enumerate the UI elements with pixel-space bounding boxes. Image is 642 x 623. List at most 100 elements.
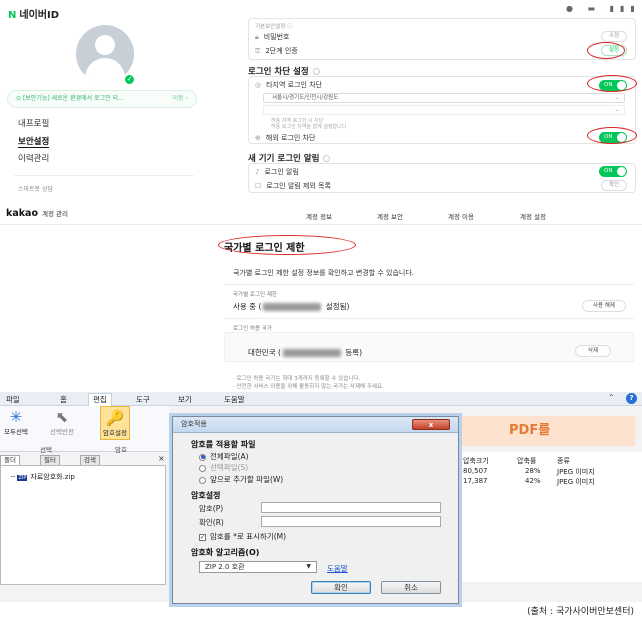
help-link[interactable]: 도움말 xyxy=(327,563,348,574)
nav-account-security[interactable]: 계정 보안 xyxy=(377,211,403,221)
column-type[interactable]: 종류 xyxy=(557,456,570,466)
region-select-value: 서울시/경기도/인천시/강원도 xyxy=(272,95,339,101)
select-all-label: 모두선택 xyxy=(4,428,28,436)
overseas-block-label: 해외 로그인 차단 xyxy=(265,134,316,142)
close-icon[interactable]: × xyxy=(158,454,165,463)
smartbot-link[interactable]: 스마트봇 상담 xyxy=(18,184,53,193)
ok-button[interactable]: 확인 xyxy=(311,581,371,594)
delete-country-button[interactable]: 삭제 xyxy=(575,345,611,357)
nav-account-info[interactable]: 계정 정보 xyxy=(306,211,332,221)
select-all-icon: ✳ xyxy=(9,408,23,426)
nav-account-settings[interactable]: 계정 설정 xyxy=(520,211,546,221)
tab-folder[interactable]: 폴더 xyxy=(0,455,20,465)
kakao-brand-sub: 계정 관리 xyxy=(41,210,68,218)
invert-selection-button[interactable]: ⬉ 선택반전 xyxy=(50,408,74,436)
restriction-value: 사용 중 ( 설정됨) xyxy=(233,302,350,311)
password-label: 비밀번호 xyxy=(263,33,290,41)
region-block-row: ◎ 타지역 로그인 차단 xyxy=(255,80,322,90)
cancel-button[interactable]: 취소 xyxy=(381,581,441,594)
password-input[interactable] xyxy=(261,502,441,513)
algorithm-select[interactable]: ZIP 2.0 호환 ▼ xyxy=(199,561,317,573)
kakao-logo[interactable]: kakao 계정 관리 xyxy=(6,208,68,219)
tab-filter[interactable]: 필터 xyxy=(40,455,60,465)
set-password-button[interactable]: 🔑 암호설정 xyxy=(100,406,130,440)
password-dialog: 암호적용 x 암호를 적용할 파일 전체파일(A) 선택파일(S) 앞으로 추가… xyxy=(172,416,459,604)
lock-icon: 🔒︎ xyxy=(255,33,259,41)
password-section-title: 암호설정 xyxy=(191,491,221,500)
highlight-oval xyxy=(587,127,637,144)
password-edit-button[interactable]: 수정 xyxy=(601,31,627,42)
disable-restriction-button[interactable]: 사용 해제 xyxy=(582,300,626,312)
set-password-label: 암호설정 xyxy=(103,429,127,437)
help-icon xyxy=(323,155,331,162)
region-hint-2: 허용 로그인 지역을 함께 설정합니다. xyxy=(271,124,348,130)
zip-app-window: 파일 홈 편집 도구 보기 도움말 ⌃ ? ✳ 모두선택 ⬉ 선택반전 🔑 암호설정 … xyxy=(0,392,642,604)
menu-view[interactable]: 보기 xyxy=(178,394,192,405)
region-select[interactable]: 서울시/경기도/인천시/강원도 ⌄ xyxy=(263,93,625,103)
radio-selected-files-label: 선택파일(S) xyxy=(210,463,249,472)
confirm-password-input[interactable] xyxy=(261,516,441,527)
alert-exclude-button[interactable]: 확인 xyxy=(601,180,627,191)
region-block-label: 타지역 로그인 차단 xyxy=(266,81,323,89)
security-notice-banner[interactable]: ⊙ [보안기능] 새로운 환경에서 로그인 되... 이동 › xyxy=(7,90,197,108)
menu-history[interactable]: 이력관리 xyxy=(18,152,49,164)
select-all-button[interactable]: ✳ 모두선택 xyxy=(4,408,28,436)
tree-item-label: 자료암호화.zip xyxy=(30,473,75,481)
menu-home[interactable]: 홈 xyxy=(60,394,67,405)
folder-tree: ┄ ZIP 자료암호화.zip xyxy=(0,465,166,585)
menu-file[interactable]: 파일 xyxy=(6,394,20,405)
kakao-brand: kakao xyxy=(6,208,38,219)
radio-future-files-label: 앞으로 추가할 파일(W) xyxy=(210,475,284,484)
note-1: · 로그인 허용 국가는 최대 3개까지 등록할 수 있습니다. xyxy=(233,376,361,382)
highlight-oval xyxy=(218,235,356,255)
help-icon[interactable]: ? xyxy=(626,393,637,404)
password-label: 암호(P) xyxy=(199,504,224,513)
naver-logo-mark: N xyxy=(8,10,17,21)
password-row: 🔒︎ 비밀번호 xyxy=(255,32,290,42)
invert-selection-label: 선택반전 xyxy=(50,428,74,436)
nav-account-usage[interactable]: 계정 이용 xyxy=(448,211,474,221)
minimize-ribbon-icon[interactable]: ⌃ xyxy=(608,393,615,402)
tree-item-zip[interactable]: ┄ ZIP 자료암호화.zip xyxy=(11,472,75,482)
basic-security-title: 기본보안설정 ⓘ xyxy=(255,24,293,30)
login-alert-toggle[interactable]: ON xyxy=(599,166,627,177)
naver-logo[interactable]: N 네이버ID xyxy=(8,6,59,21)
radio-selected-files[interactable]: 선택파일(S) xyxy=(199,462,248,473)
two-step-row: ⚿ 2단계 인증 xyxy=(255,46,298,56)
overseas-block-row: ⊕ 해외 로그인 차단 xyxy=(255,133,315,143)
table-cell: 28% xyxy=(525,467,541,475)
header-icons[interactable]: ● ▬ ▮▮▮ xyxy=(566,4,641,13)
dialog-close-button[interactable]: x xyxy=(412,419,450,430)
help-icon xyxy=(312,68,320,75)
menu-security-settings[interactable]: 보안설정 xyxy=(18,135,50,148)
alert-exclude-label: 로그인 알림 제외 목록 xyxy=(266,182,331,190)
menu-bar: 파일 홈 편집 도구 보기 도움말 xyxy=(0,392,642,406)
divider xyxy=(0,224,642,225)
menu-tools[interactable]: 도구 xyxy=(136,394,150,405)
menu-my-profile[interactable]: 내프로필 xyxy=(18,117,49,129)
two-step-label: 2단계 인증 xyxy=(265,47,298,55)
radio-all-files[interactable]: 전체파일(A) xyxy=(199,451,249,462)
column-ratio[interactable]: 압축률 xyxy=(517,456,536,466)
notice-arrow-text: 이동 xyxy=(172,95,184,102)
region-select-secondary[interactable]: ⌄ xyxy=(263,105,625,115)
menu-edit[interactable]: 편집 xyxy=(88,393,112,406)
new-device-card: ♪ 로그인 알림 ON ☐ 로그인 알림 제외 목록 확인 xyxy=(248,163,636,193)
radio-future-files[interactable]: 앞으로 추가할 파일(W) xyxy=(199,474,283,485)
algorithm-select-value: ZIP 2.0 호환 xyxy=(205,563,245,571)
pdf-banner[interactable]: PDF를 xyxy=(445,416,635,446)
globe-icon: ⊕ xyxy=(255,134,261,142)
tab-search[interactable]: 검색 xyxy=(80,455,100,465)
menu-help[interactable]: 도움말 xyxy=(224,394,245,405)
chevron-down-icon: ⌄ xyxy=(614,107,619,113)
list-icon: ☐ xyxy=(255,182,262,190)
login-alert-label: 로그인 알림 xyxy=(264,168,299,176)
page-description: 국가별 로그인 제한 설정 정보를 확인하고 변경할 수 있습니다. xyxy=(233,269,415,277)
shield-icon: ⊙ xyxy=(16,95,23,102)
zip-file-icon: ZIP xyxy=(17,475,28,481)
location-icon: ◎ xyxy=(255,81,262,89)
column-compressed-size[interactable]: 압축크기 xyxy=(463,456,489,466)
show-stars-checkbox[interactable]: ✓ 암호를 *로 표시하기(M) xyxy=(199,531,286,542)
verified-check-icon: ✓ xyxy=(123,73,136,86)
highlight-oval xyxy=(587,42,625,59)
